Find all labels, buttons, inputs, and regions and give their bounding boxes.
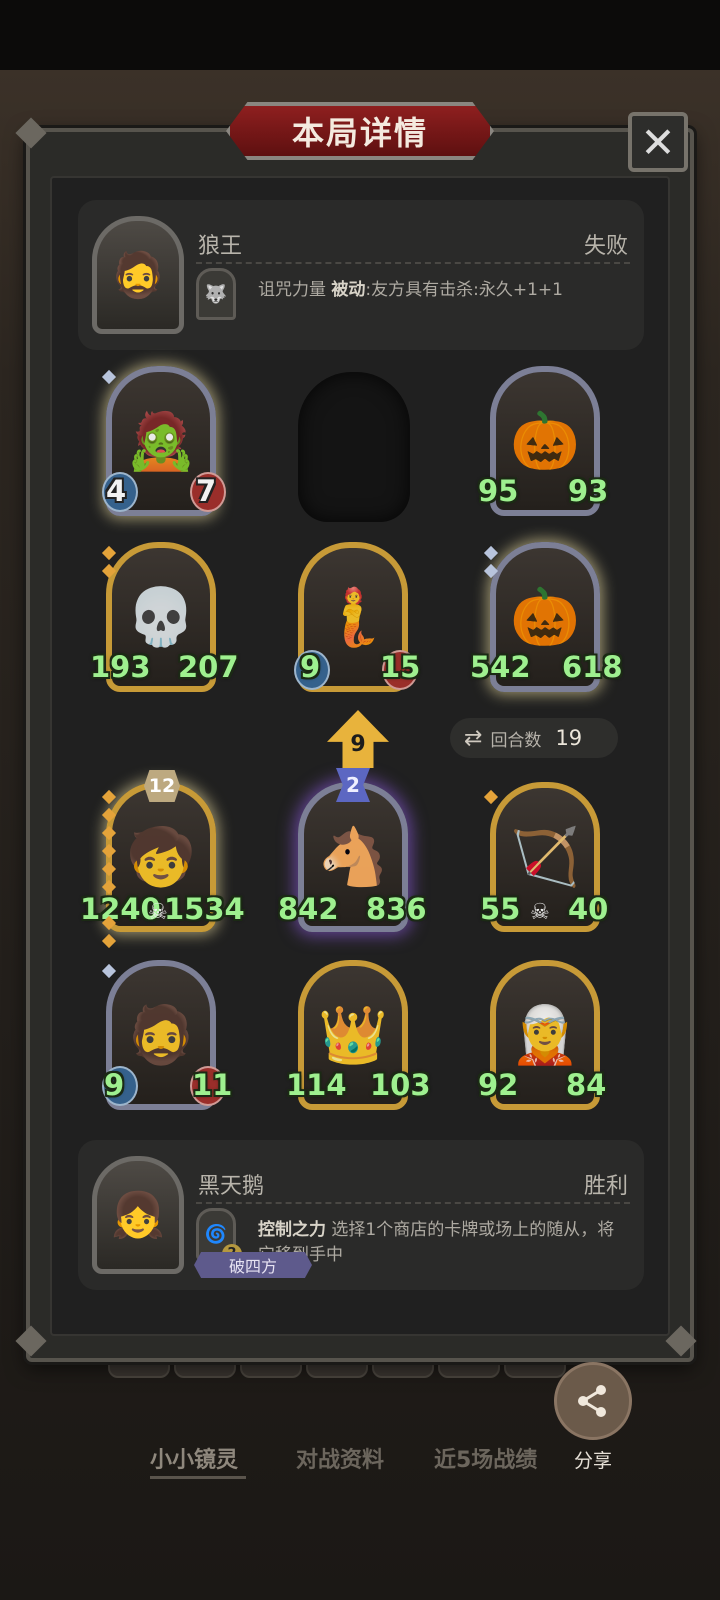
swap-arrows-icon: ⇄ xyxy=(464,725,483,751)
top-status-bar xyxy=(0,0,720,70)
minion-health: 7 xyxy=(196,474,217,508)
player-tag-label: 破四方 xyxy=(228,1257,277,1276)
pumpkin-knight-art-icon: 🎃 xyxy=(510,409,580,474)
player-result: 胜利 xyxy=(583,1174,628,1199)
minion-attack: 92 xyxy=(478,1068,519,1102)
player-skill-text: 控制之力 选择1个商店的卡牌或场上的随从，将它移到手中 xyxy=(258,1218,628,1268)
opponent-name: 狼王 xyxy=(198,234,243,259)
player-skill-name: 控制之力 xyxy=(258,1220,326,1240)
sea-horse-art-icon: 🐴 xyxy=(318,825,388,890)
dialog-title: 本局详情 xyxy=(291,114,428,152)
player-title-tag: 破四方 xyxy=(194,1252,312,1278)
deathrattle-skull-icon: ☠ xyxy=(530,900,550,925)
card-gold-badge: 12 xyxy=(144,770,180,802)
sorceress-art-icon: 🧝 xyxy=(510,1003,580,1068)
barbarian-art-icon: 🧔 xyxy=(126,1003,196,1068)
minion-attack: 842 xyxy=(278,892,339,926)
divider xyxy=(196,262,630,264)
opponent-skill-name: 诅咒力量 xyxy=(258,280,326,300)
tavern-level: 9 xyxy=(350,731,366,757)
share-button[interactable] xyxy=(554,1362,632,1440)
minion-health: 103 xyxy=(370,1068,431,1102)
minion-health: 40 xyxy=(568,892,609,926)
tier-value: 2 xyxy=(346,773,360,797)
opponent-skill-desc: :友方具有击杀:永久+1+1 xyxy=(365,280,563,300)
king-art-icon: 👑 xyxy=(318,1003,388,1068)
curse-skill-icon[interactable]: 🐺 xyxy=(196,268,236,320)
player-portrait: 👧 xyxy=(92,1156,184,1274)
divider xyxy=(196,1202,630,1204)
minion-attack: 9 xyxy=(300,650,321,684)
minion-health: 93 xyxy=(568,474,609,508)
opponent-panel: 🧔 狼王 失败 🐺 诅咒力量 被动:友方具有击杀:永久+1+1 xyxy=(78,200,644,350)
ice-ogre-art-icon: 🧟 xyxy=(126,409,196,474)
deathrattle-skull-icon: ☠ xyxy=(148,900,168,925)
minion-attack: 55 xyxy=(480,892,521,926)
player-panel: 👧 黑天鹅 胜利 🌀 2 控制之力 选择1个商店的卡牌或场上的随从，将它移到手中… xyxy=(78,1140,644,1290)
siren-art-icon: 🧜 xyxy=(318,585,388,650)
minion-health: 1534 xyxy=(164,892,245,926)
player-name: 黑天鹅 xyxy=(198,1174,265,1199)
pumpkin-man-art-icon: 🎃 xyxy=(510,585,580,650)
share-icon xyxy=(578,1385,606,1417)
minion-attack: 95 xyxy=(478,474,519,508)
boy-art-icon: 🧒 xyxy=(126,825,196,890)
opponent-portrait: 🧔 xyxy=(92,216,184,334)
minion-health: 207 xyxy=(178,650,239,684)
minion-attack: 4 xyxy=(106,474,127,508)
tab-underline xyxy=(150,1476,246,1479)
opponent-skill-text: 诅咒力量 被动:友方具有击杀:永久+1+1 xyxy=(258,278,628,303)
minion-health: 15 xyxy=(380,650,421,684)
gold-badge-value: 12 xyxy=(148,775,176,797)
minion-attack: 9 xyxy=(104,1068,125,1102)
minion-attack: 542 xyxy=(470,650,531,684)
archer-art-icon: 🏹 xyxy=(510,825,580,890)
wolf-king-portrait-icon: 🧔 xyxy=(110,250,166,301)
skeleton-art-icon: 💀 xyxy=(126,585,196,650)
empty-slot xyxy=(298,372,410,522)
minion-health: 84 xyxy=(566,1068,607,1102)
opponent-skill-type: 被动 xyxy=(331,280,366,300)
round-value: 19 xyxy=(555,726,583,750)
minion-health: 836 xyxy=(366,892,427,926)
minion-health: 11 xyxy=(192,1068,233,1102)
close-icon: ✕ xyxy=(640,117,676,167)
minion-attack: 114 xyxy=(286,1068,347,1102)
minion-attack: 193 xyxy=(90,650,151,684)
opponent-result: 失败 xyxy=(583,234,628,259)
tab-recent-5-results[interactable]: 近5场战绩 xyxy=(434,1442,537,1474)
dialog-title-plaque: 本局详情 xyxy=(226,102,494,160)
round-counter: ⇄ 回合数 19 xyxy=(450,718,618,758)
close-button[interactable]: ✕ xyxy=(628,112,688,172)
share-label: 分享 xyxy=(573,1450,612,1472)
tab-battle-data[interactable]: 对战资料 xyxy=(296,1442,384,1474)
round-label: 回合数 xyxy=(490,730,542,751)
minion-health: 618 xyxy=(562,650,623,684)
tab-mirror-spirit[interactable]: 小小镜灵 xyxy=(150,1442,238,1474)
black-swan-portrait-icon: 👧 xyxy=(110,1190,166,1241)
